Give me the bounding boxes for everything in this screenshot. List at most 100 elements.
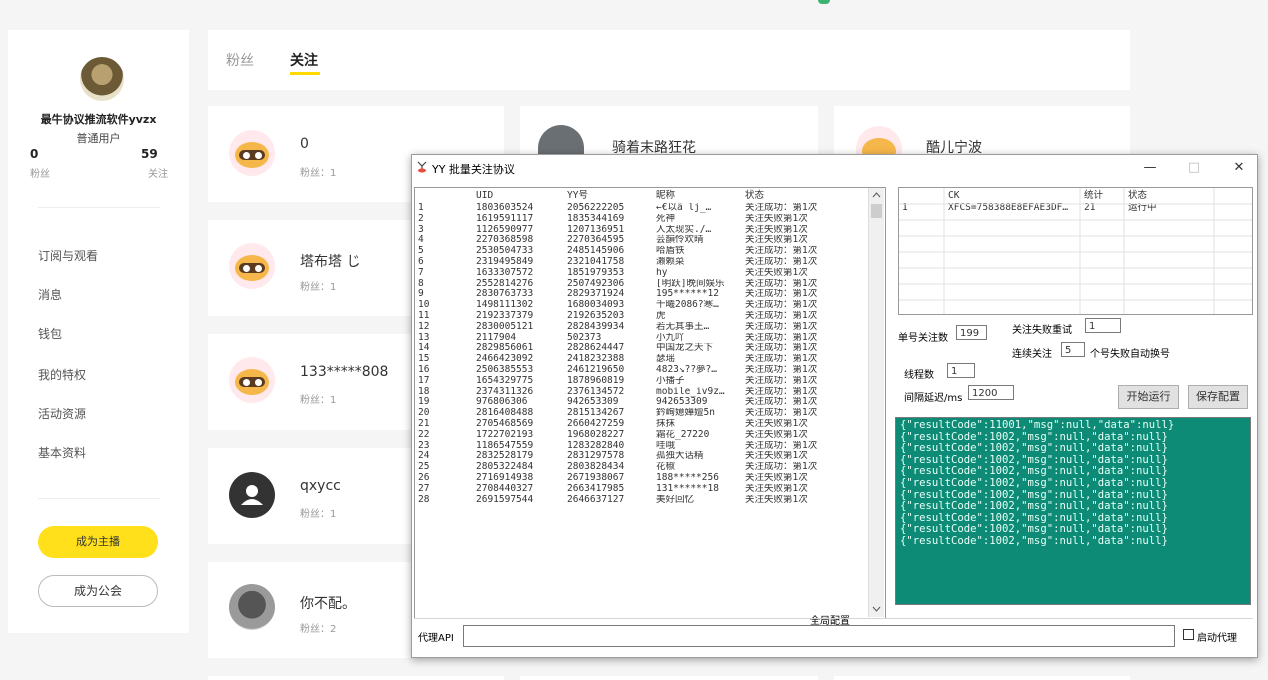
- log-line: {"resultCode":1002,"msg":null,"data":nul…: [900, 476, 1168, 489]
- user-avatar[interactable]: [80, 57, 124, 101]
- cell: 鈐峋嬑嬅嬗5n: [656, 408, 715, 419]
- mascot-avatar[interactable]: [229, 130, 275, 176]
- table-row[interactable]: 19 976806306 942653309 942653309 关注成功：第1次: [415, 397, 870, 408]
- cell: 1126590977: [476, 224, 534, 235]
- save-config-button[interactable]: 保存配置: [1188, 385, 1248, 409]
- cell: 2507492306: [567, 278, 625, 289]
- proxy-api-input[interactable]: [463, 625, 1175, 647]
- card-name[interactable]: 0: [300, 136, 309, 152]
- menu-activity[interactable]: 活动资源: [38, 405, 86, 422]
- mascot-avatar[interactable]: [229, 243, 275, 289]
- table-row[interactable]: 21 2705468569 2660427259 抹抹 关注失败第1次: [415, 419, 870, 430]
- cell: 6: [418, 256, 424, 267]
- cell: 关注成功：第1次: [745, 375, 818, 386]
- table-row[interactable]: 5 2530504733 2485145906 哈盾铁 关注成功：第1次: [415, 246, 870, 257]
- become-guild-button[interactable]: 成为公会: [38, 575, 158, 607]
- table-row[interactable]: 8 2552814276 2507492306 [明跃]晚间娱乐 关注成功：第1次: [415, 279, 870, 290]
- table-row[interactable]: 4 2270368598 2270364595 芸韻怜欢晴 关注失败第1次: [415, 235, 870, 246]
- menu-privileges[interactable]: 我的特权: [38, 366, 86, 383]
- table-row[interactable]: 23 1186547559 1283282840 哇哦 关注成功：第1次: [415, 441, 870, 452]
- cell: 花椒: [656, 462, 676, 473]
- consecutive-input[interactable]: 5: [1061, 342, 1085, 357]
- logo-fragment: [818, 0, 830, 4]
- mascot-avatar[interactable]: [229, 357, 275, 403]
- follow-card[interactable]: [520, 676, 818, 680]
- single-follow-input[interactable]: 199: [956, 325, 987, 340]
- table-row[interactable]: 28 2691597544 2646637127 美好回忆 关注失败第1次: [415, 495, 870, 506]
- table-row[interactable]: 26 2716914938 2671938067 188*****256 关注失败第1次: [415, 473, 870, 484]
- cell: 26: [418, 472, 430, 483]
- follow-count[interactable]: 59: [141, 147, 158, 161]
- enable-proxy-checkbox[interactable]: [1183, 629, 1194, 640]
- table-row[interactable]: 18 2374311326 2376134572 mobile_iv9z… 关注成功：第…: [415, 387, 870, 398]
- menu-messages[interactable]: 消息: [38, 286, 62, 303]
- table-row[interactable]: 25 2805322484 2803828434 花椒 关注成功：第1次: [415, 462, 870, 473]
- follow-table[interactable]: UID YY号 昵称 状态 1 1803603524 2056222205 ←€以ä …: [414, 187, 886, 619]
- photo-avatar[interactable]: [229, 584, 275, 630]
- cell: 美好回忆: [656, 494, 695, 505]
- table-row[interactable]: 27 2708440327 2663417985 131******18 关注失败第1次: [415, 484, 870, 495]
- cell: 瑟瑶: [656, 354, 676, 365]
- default-user-avatar[interactable]: [229, 472, 275, 518]
- start-button[interactable]: 开始运行: [1118, 385, 1179, 409]
- cell: 中国龙之天下: [656, 343, 714, 354]
- fans-label[interactable]: 粉丝: [30, 165, 50, 180]
- menu-profile[interactable]: 基本资料: [38, 444, 86, 461]
- table-row[interactable]: 14 2829856061 2828624447 中国龙之天下 关注成功：第1次: [415, 343, 870, 354]
- maximize-button[interactable]: □: [1179, 158, 1209, 178]
- cell: 2485145906: [567, 246, 625, 257]
- table-row[interactable]: 24 2832528179 2831297578 孤独大话精 关注失败第1次: [415, 451, 870, 462]
- log-line: {"resultCode":1002,"msg":null,"data":nul…: [900, 500, 1168, 513]
- fail-retry-input[interactable]: 1: [1085, 318, 1121, 333]
- table-row[interactable]: 22 1722702193 1968028227 霜花_27220 关注失败第1次: [415, 430, 870, 441]
- table-row[interactable]: 16 2506385553 2461219650 4823↘??夢?… 关注成功：第1次: [415, 365, 870, 376]
- ck-table[interactable]: CK 统计 状态 1 XFCS=758388E8EFAE3DF… 21 运行中: [898, 187, 1253, 315]
- table-row[interactable]: 13 2117904 502373 小九吖 关注成功：第1次: [415, 333, 870, 344]
- response-log[interactable]: {"resultCode":11001,"msg":null,"data":nu…: [895, 417, 1251, 605]
- minimize-button[interactable]: —: [1135, 158, 1165, 178]
- menu-wallet[interactable]: 钱包: [38, 325, 62, 342]
- close-button[interactable]: ✕: [1224, 158, 1254, 178]
- col-status[interactable]: 状态: [742, 188, 870, 203]
- cell: 哈盾铁: [656, 246, 685, 257]
- col-yy[interactable]: YY号: [564, 188, 653, 203]
- tab-fans[interactable]: 粉丝: [226, 50, 254, 70]
- become-anchor-button[interactable]: 成为主播: [38, 526, 158, 558]
- follow-label[interactable]: 关注: [148, 165, 168, 180]
- col-nick[interactable]: 昵称: [653, 188, 742, 203]
- card-name[interactable]: qxycc: [300, 478, 341, 494]
- col-uid[interactable]: UID: [473, 188, 564, 203]
- card-fans: 粉丝：1: [300, 168, 337, 179]
- table-row[interactable]: 20 2816408488 2815134267 鈐峋嬑嬅嬗5n 关注成功：第1次: [415, 408, 870, 419]
- grid-lines: [899, 188, 1252, 314]
- tab-follow[interactable]: 关注: [290, 50, 318, 70]
- follow-card[interactable]: [208, 676, 504, 680]
- table-row[interactable]: 1 1803603524 2056222205 ←€以ä lj_… 关注成功：第1次: [415, 203, 870, 214]
- menu-subscriptions[interactable]: 订阅与观看: [38, 247, 98, 264]
- table-row[interactable]: 17 1654329775 1878960819 小播子 关注成功：第1次: [415, 376, 870, 387]
- table-row[interactable]: 10 1498111302 1680034093 千曦2086?寒… 关注成功：第1次: [415, 300, 870, 311]
- table-scrollbar[interactable]: [868, 188, 884, 617]
- threads-input[interactable]: 1: [947, 363, 975, 378]
- table-row[interactable]: 11 2192337379 2192635203 虎 关注成功：第1次: [415, 311, 870, 322]
- table-row[interactable]: 3 1126590977 1207136951 人太现实./… 关注失败第1次: [415, 225, 870, 236]
- card-name[interactable]: 你不配。: [300, 593, 356, 613]
- table-row[interactable]: 6 2319495849 2321041758 濑赖菜 关注成功：第1次: [415, 257, 870, 268]
- card-fans: 粉丝：1: [300, 509, 337, 520]
- title-bar[interactable]: YY 批量关注协议 — □ ✕: [412, 155, 1257, 181]
- follow-card[interactable]: [834, 676, 1130, 680]
- card-name[interactable]: 塔布塔 じ: [300, 251, 360, 271]
- enable-proxy-label: 启动代理: [1197, 633, 1237, 644]
- fans-count[interactable]: 0: [30, 147, 38, 161]
- cell: 哇哦: [656, 440, 676, 451]
- cell: 2: [418, 213, 424, 224]
- table-row[interactable]: 9 2830763733 2829371924 195******12 关注成功：第1次: [415, 289, 870, 300]
- table-row[interactable]: 15 2466423092 2418232388 瑟瑶 关注成功：第1次: [415, 354, 870, 365]
- table-row[interactable]: 7 1633307572 1851979353 hy 关注失败第1次: [415, 268, 870, 279]
- table-row[interactable]: 12 2830005121 2828439934 若无其事王… 关注成功：第1次: [415, 322, 870, 333]
- proxy-api-label: 代理API: [418, 633, 454, 644]
- cell: 关注成功：第1次: [745, 462, 818, 473]
- card-name[interactable]: 133*****808: [300, 364, 388, 380]
- table-row[interactable]: 2 1619591117 1835344169 死神 关注失败第1次: [415, 214, 870, 225]
- interval-input[interactable]: 1200: [968, 385, 1014, 400]
